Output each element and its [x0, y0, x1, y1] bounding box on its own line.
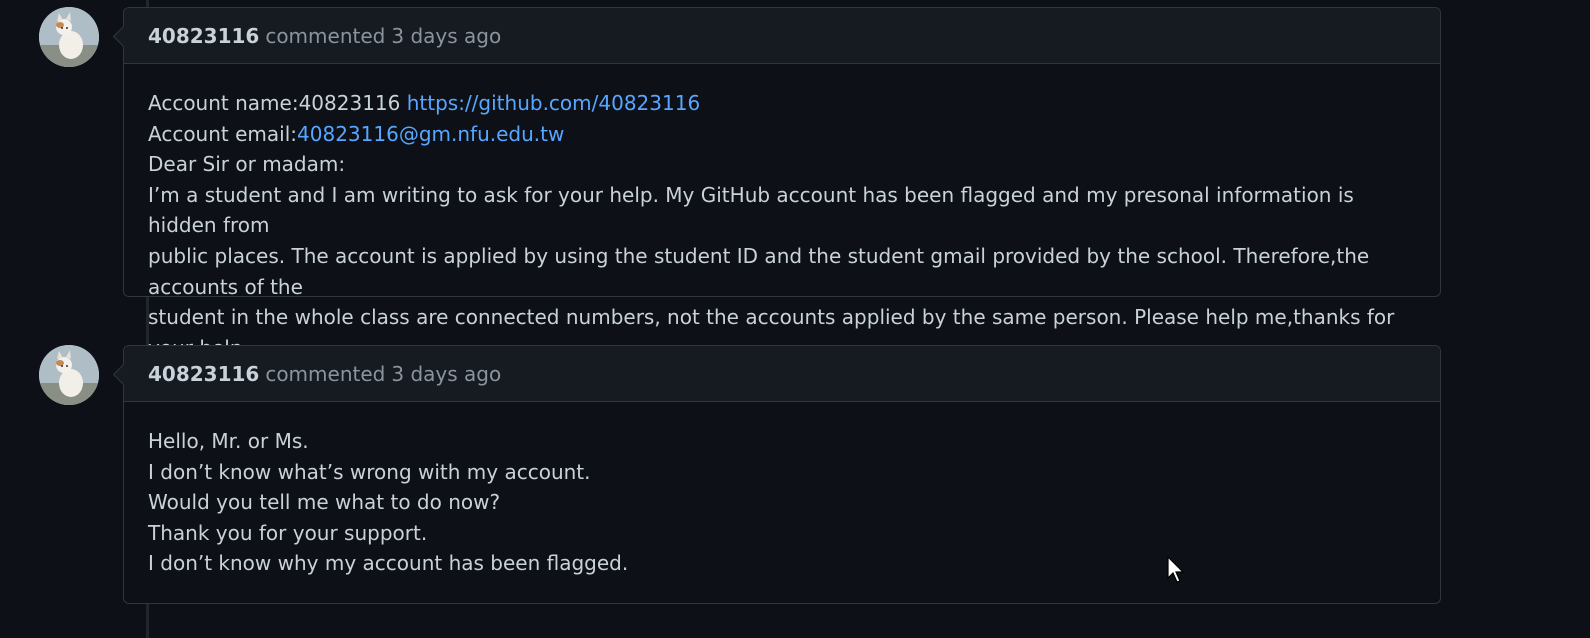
comment-body: Hello, Mr. or Ms. I don’t know what’s wr…	[124, 402, 1440, 579]
comment-header: 40823116 commented 3 days ago	[124, 8, 1440, 64]
account-email-label: Account email:	[148, 121, 298, 146]
comment-body: Account name:40823116 https://github.com…	[124, 64, 1440, 363]
body-line: Would you tell me what to do now?	[148, 490, 501, 515]
white-cat-avatar-icon	[39, 7, 99, 67]
account-name-label: Account name:40823116	[148, 91, 401, 115]
comment-card: 40823116 commented 3 days ago Account na…	[112, 7, 1441, 360]
account-name-line: Account name:40823116 https://github.com…	[148, 88, 1416, 119]
account-email-line: Account email:40823116@gm.nfu.edu.tw	[148, 119, 1416, 150]
body-line: I don’t know what’s wrong with my accoun…	[148, 459, 591, 484]
account-email-link[interactable]: 40823116@gm.nfu.edu.tw	[297, 122, 564, 146]
comment-timestamp[interactable]: 3 days ago	[391, 24, 501, 48]
comment-action: commented	[265, 361, 386, 386]
comment-author[interactable]: 40823116	[148, 24, 259, 48]
body-line: Hello, Mr. or Ms.	[148, 429, 309, 453]
greeting-text: Dear Sir or madam:	[148, 152, 346, 177]
avatar[interactable]	[39, 7, 99, 67]
comment-author[interactable]: 40823116	[148, 362, 259, 386]
mouse-cursor-icon	[1167, 555, 1187, 588]
body-line: Thank you for your support.	[148, 520, 428, 545]
comment-card: 40823116 commented 3 days ago Hello, Mr.…	[112, 345, 1441, 604]
timeline-line	[146, 604, 149, 638]
avatar[interactable]	[39, 345, 99, 405]
comment-header: 40823116 commented 3 days ago	[124, 346, 1440, 402]
account-profile-link[interactable]: https://github.com/40823116	[407, 91, 700, 115]
paragraph-line: I’m a student and I am writing to ask fo…	[148, 182, 1354, 238]
comment-timestamp[interactable]: 3 days ago	[391, 362, 501, 386]
paragraph-line: public places. The account is applied by…	[148, 243, 1370, 299]
body-line: I don’t know why my account has been fla…	[148, 551, 629, 576]
white-cat-avatar-icon	[39, 345, 99, 405]
comment-action: commented	[265, 23, 386, 48]
